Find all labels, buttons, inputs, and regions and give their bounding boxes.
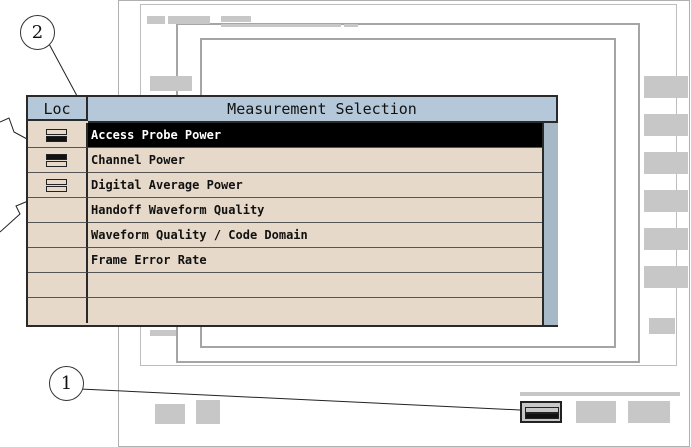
window-title: Measurement Selection: [88, 97, 556, 123]
callout-1: 1: [49, 366, 84, 401]
loc-cell: [28, 198, 88, 223]
location-bottom-icon: [46, 129, 67, 142]
loc-cell: [28, 173, 88, 198]
loc-cell: [28, 248, 88, 273]
loc-cell: [28, 273, 88, 298]
measurement-item-access-probe-power[interactable]: Access Probe Power: [88, 123, 542, 148]
loc-column-header: Loc: [28, 97, 88, 121]
list-scrollbar[interactable]: [542, 123, 558, 325]
measurement-item-channel-power[interactable]: Channel Power: [88, 148, 542, 173]
measurement-item-frame-error-rate[interactable]: Frame Error Rate: [88, 248, 542, 273]
measurement-item-handoff-waveform-quality[interactable]: Handoff Waveform Quality: [88, 198, 542, 223]
loc-cell: [28, 148, 88, 173]
loc-cell: [28, 223, 88, 248]
measurement-item-empty[interactable]: [88, 298, 542, 323]
loc-cell: [28, 298, 88, 323]
location-empty-icon: [46, 179, 67, 192]
callout-2: 2: [20, 15, 55, 50]
measurement-selection-window: Loc Measurement Selection Access Probe P…: [26, 95, 558, 327]
location-top-icon: [46, 154, 67, 167]
loc-cell: [28, 123, 88, 148]
measurement-item-digital-average-power[interactable]: Digital Average Power: [88, 173, 542, 198]
measurement-item-empty[interactable]: [88, 273, 542, 298]
measurement-item-waveform-quality-code-domain[interactable]: Waveform Quality / Code Domain: [88, 223, 542, 248]
